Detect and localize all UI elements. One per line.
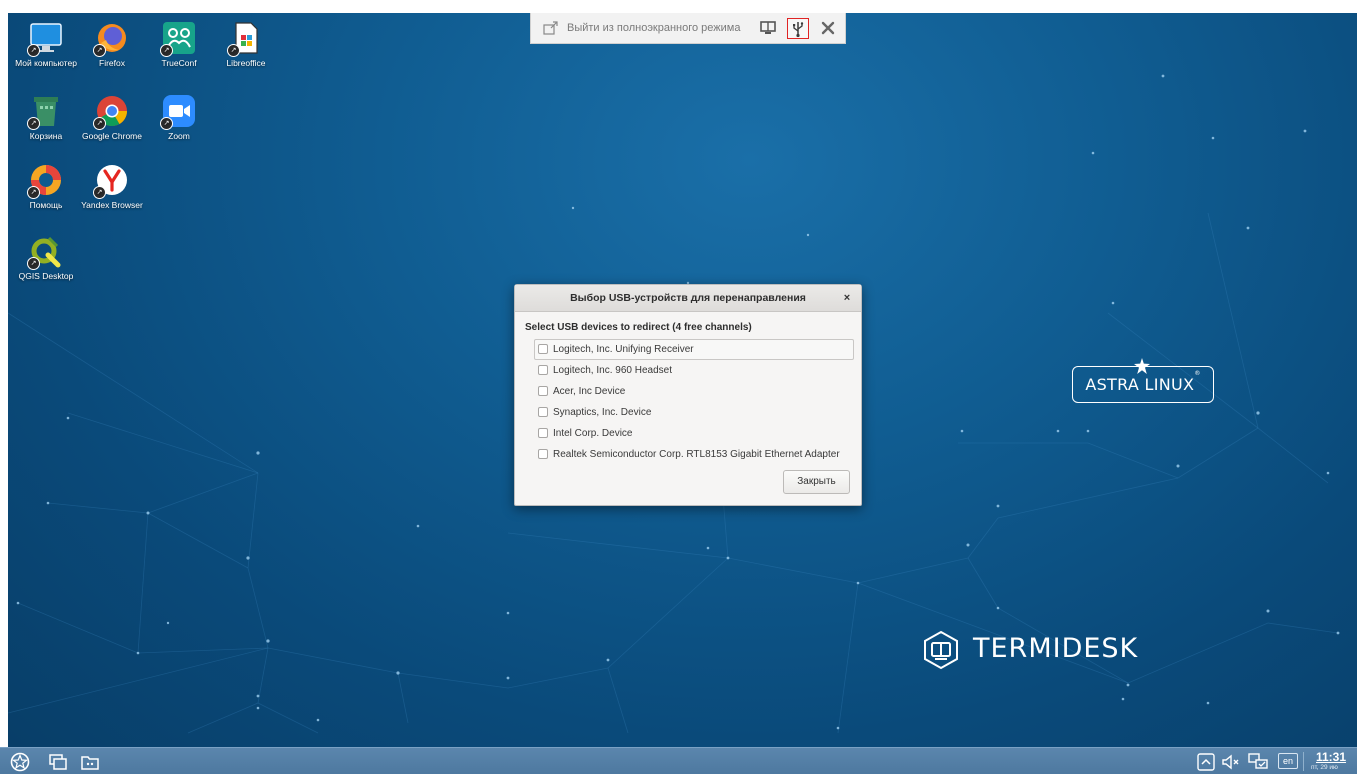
desktop-icon-my-computer[interactable]: ↗ Мой компьютер <box>13 21 79 68</box>
clock-time[interactable]: 11:31 <box>1316 750 1346 764</box>
usb-device-checkbox-row[interactable]: Intel Corp. Device <box>534 423 854 444</box>
checkbox[interactable] <box>538 365 548 375</box>
windows-switcher-button[interactable] <box>48 752 68 772</box>
desktop-icon-libreoffice[interactable]: ↗ Libreoffice <box>213 21 279 68</box>
usb-device-checkbox-row[interactable]: Acer, Inc Device <box>534 381 854 402</box>
termidesk-logo-text: TERMIDESK <box>973 633 1139 664</box>
shortcut-arrow-icon: ↗ <box>27 44 40 57</box>
usb-device-checkbox-row[interactable]: Synaptics, Inc. Device <box>534 402 854 423</box>
shortcut-arrow-icon: ↗ <box>227 44 240 57</box>
checkbox[interactable] <box>538 428 548 438</box>
keyboard-language-indicator[interactable]: en <box>1278 753 1298 769</box>
network-icon <box>1248 753 1268 769</box>
file-manager-icon <box>81 756 99 770</box>
clock-date[interactable]: пт, 29 ию <box>1311 764 1338 771</box>
volume-button[interactable] <box>1221 752 1241 772</box>
dialog-close-icon[interactable]: × <box>841 292 853 304</box>
termidesk-hexagon-icon <box>924 630 958 670</box>
usb-device-label: Logitech, Inc. 960 Headset <box>553 365 672 376</box>
taskbar: en 11:31 пт, 29 ию <box>0 747 1357 774</box>
usb-redirect-dialog: Выбор USB-устройств для перенаправления … <box>514 284 862 506</box>
dialog-titlebar[interactable]: Выбор USB-устройств для перенаправления <box>515 285 861 312</box>
exit-fullscreen-icon[interactable] <box>543 21 559 35</box>
file-manager-button[interactable] <box>80 752 100 772</box>
usb-device-checkbox-row[interactable]: Realtek Semiconductor Corp. RTL8153 Giga… <box>534 444 854 465</box>
start-menu-icon <box>10 752 30 772</box>
desktop: ↗ Мой компьютер ↗ Firefox ↗ TrueConf ↗ L… <box>0 0 1357 774</box>
desktop-icon-zoom[interactable]: ↗ Zoom <box>146 94 212 141</box>
usb-device-label: Realtek Semiconductor Corp. RTL8153 Giga… <box>553 449 840 460</box>
tray-separator <box>1303 752 1304 771</box>
usb-device-checkbox-row[interactable]: Logitech, Inc. Unifying Receiver <box>534 339 854 360</box>
checkbox[interactable] <box>538 407 548 417</box>
desktop-icon-qgis[interactable]: ↗ QGIS Desktop <box>13 234 79 281</box>
volume-muted-icon <box>1222 754 1239 770</box>
checkbox[interactable] <box>538 386 548 396</box>
desktop-icon-yandex-browser[interactable]: ↗ Yandex Browser <box>79 163 145 210</box>
shortcut-arrow-icon: ↗ <box>93 44 106 57</box>
shortcut-arrow-icon: ↗ <box>93 186 106 199</box>
desktop-icon-firefox[interactable]: ↗ Firefox <box>79 21 145 68</box>
shortcut-arrow-icon: ↗ <box>27 117 40 130</box>
shortcut-arrow-icon: ↗ <box>27 186 40 199</box>
usb-device-label: Intel Corp. Device <box>553 428 633 439</box>
checkbox[interactable] <box>538 344 548 354</box>
disconnect-close-button[interactable] <box>818 18 840 39</box>
desktop-icon-google-chrome[interactable]: ↗ Google Chrome <box>79 94 145 141</box>
exit-fullscreen-label[interactable]: Выйти из полноэкранного режима <box>567 22 740 34</box>
desktop-icon-trueconf[interactable]: ↗ TrueConf <box>146 21 212 68</box>
shortcut-arrow-icon: ↗ <box>160 117 173 130</box>
shortcut-arrow-icon: ↗ <box>27 257 40 270</box>
checkbox[interactable] <box>538 449 548 459</box>
usb-device-label: Logitech, Inc. Unifying Receiver <box>553 344 694 355</box>
astra-linux-logo: ASTRA LINUX® <box>1072 358 1214 403</box>
monitor-layout-icon <box>760 21 776 34</box>
star-icon <box>1134 358 1150 374</box>
shortcut-arrow-icon: ↗ <box>93 117 106 130</box>
start-menu-button[interactable] <box>10 752 30 772</box>
tray-expand-button[interactable] <box>1196 752 1216 772</box>
windows-switcher-icon <box>49 754 67 770</box>
network-button[interactable] <box>1248 752 1268 772</box>
usb-devices-heading: Select USB devices to redirect (4 free c… <box>525 322 752 333</box>
fullscreen-toolbar: Выйти из полноэкранного режима <box>530 13 846 44</box>
shortcut-arrow-icon: ↗ <box>160 44 173 57</box>
usb-device-label: Acer, Inc Device <box>553 386 626 397</box>
tray-arrow-up-icon <box>1197 753 1215 771</box>
close-icon <box>821 21 835 35</box>
monitor-layout-button[interactable] <box>758 18 780 39</box>
dialog-title: Выбор USB-устройств для перенаправления <box>570 292 806 304</box>
usb-device-list: Logitech, Inc. Unifying Receiver Logitec… <box>534 339 854 465</box>
usb-redirect-button[interactable] <box>787 18 809 39</box>
registered-mark: ® <box>1194 370 1201 377</box>
astra-logo-text: ASTRA LINUX <box>1085 375 1195 394</box>
usb-device-checkbox-row[interactable]: Logitech, Inc. 960 Headset <box>534 360 854 381</box>
usb-icon <box>793 22 804 38</box>
desktop-icon-help[interactable]: ↗ Помощь <box>13 163 79 210</box>
close-button[interactable]: Закрыть <box>783 470 850 494</box>
desktop-icon-trash[interactable]: ↗ Корзина <box>13 94 79 141</box>
usb-device-label: Synaptics, Inc. Device <box>553 407 652 418</box>
